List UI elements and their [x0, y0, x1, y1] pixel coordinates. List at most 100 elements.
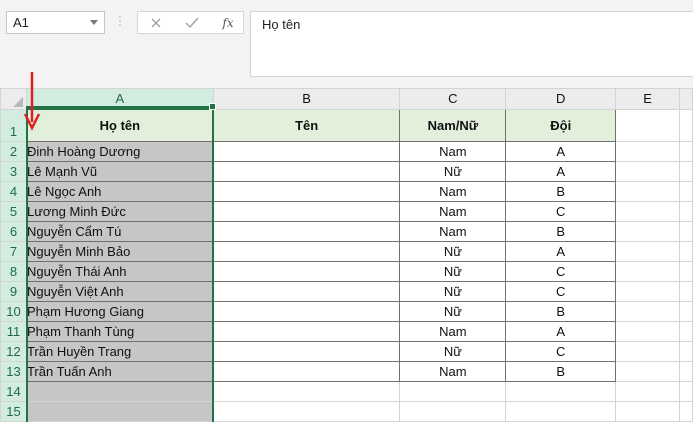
- cell-a10[interactable]: Phạm Hương Giang: [25, 300, 214, 322]
- cell-c13[interactable]: Nam: [399, 360, 507, 382]
- cell-f5[interactable]: [678, 200, 693, 222]
- cell-d12[interactable]: C: [505, 340, 617, 362]
- cell-e7[interactable]: [615, 240, 680, 262]
- cell-e13[interactable]: [615, 360, 680, 382]
- column-header-c[interactable]: C: [399, 88, 507, 110]
- row-header[interactable]: 2: [0, 140, 27, 162]
- row-header[interactable]: 10: [0, 300, 27, 322]
- row-header[interactable]: 5: [0, 200, 27, 222]
- cell-f14[interactable]: [678, 380, 693, 402]
- cell-e2[interactable]: [615, 140, 680, 162]
- cell-c14[interactable]: [399, 380, 507, 402]
- close-icon[interactable]: [141, 13, 171, 33]
- cell-b5[interactable]: [212, 200, 401, 222]
- cell-a8[interactable]: Nguyễn Thái Anh: [25, 260, 214, 282]
- cell-c7[interactable]: Nữ: [399, 240, 507, 262]
- name-box[interactable]: A1: [6, 11, 105, 34]
- column-header-e[interactable]: E: [615, 88, 680, 110]
- cell-e6[interactable]: [615, 220, 680, 242]
- cell-a1[interactable]: Họ tên: [25, 108, 214, 142]
- cell-c12[interactable]: Nữ: [399, 340, 507, 362]
- cell-b8[interactable]: [212, 260, 401, 282]
- cell-d11[interactable]: A: [505, 320, 617, 342]
- cell-d13[interactable]: B: [505, 360, 617, 382]
- cell-c4[interactable]: Nam: [399, 180, 507, 202]
- cell-c1[interactable]: Nam/Nữ: [399, 108, 507, 142]
- cell-c11[interactable]: Nam: [399, 320, 507, 342]
- more-options-icon[interactable]: · · ·: [118, 12, 122, 31]
- row-header[interactable]: 6: [0, 220, 27, 242]
- cell-a2[interactable]: Đinh Hoàng Dương: [25, 140, 214, 162]
- cell-d5[interactable]: C: [505, 200, 617, 222]
- cell-d2[interactable]: A: [505, 140, 617, 162]
- cell-e12[interactable]: [615, 340, 680, 362]
- cell-f4[interactable]: [678, 180, 693, 202]
- column-header-b[interactable]: B: [212, 88, 401, 110]
- column-header-a[interactable]: A: [25, 88, 214, 110]
- cell-c10[interactable]: Nữ: [399, 300, 507, 322]
- row-header[interactable]: 7: [0, 240, 27, 262]
- cell-f6[interactable]: [678, 220, 693, 242]
- row-header[interactable]: 9: [0, 280, 27, 302]
- row-header[interactable]: 11: [0, 320, 27, 342]
- fill-handle[interactable]: [209, 103, 216, 110]
- check-icon[interactable]: [177, 13, 207, 33]
- cell-e5[interactable]: [615, 200, 680, 222]
- column-header-f[interactable]: [678, 88, 693, 110]
- cell-d6[interactable]: B: [505, 220, 617, 242]
- row-header[interactable]: 8: [0, 260, 27, 282]
- row-header[interactable]: 14: [0, 380, 27, 402]
- cell-d9[interactable]: C: [505, 280, 617, 302]
- cell-e1[interactable]: [615, 108, 680, 142]
- cell-e9[interactable]: [615, 280, 680, 302]
- cell-f2[interactable]: [678, 140, 693, 162]
- cell-f10[interactable]: [678, 300, 693, 322]
- cell-b15[interactable]: [212, 400, 401, 422]
- cell-d7[interactable]: A: [505, 240, 617, 262]
- cell-e15[interactable]: [615, 400, 680, 422]
- cell-a9[interactable]: Nguyễn Việt Anh: [25, 280, 214, 302]
- cell-a14[interactable]: [25, 380, 214, 402]
- cell-a7[interactable]: Nguyễn Minh Bảo: [25, 240, 214, 262]
- cell-a15[interactable]: [25, 400, 214, 422]
- cell-b9[interactable]: [212, 280, 401, 302]
- cell-d4[interactable]: B: [505, 180, 617, 202]
- cell-d1[interactable]: Đội: [505, 108, 617, 142]
- cell-c6[interactable]: Nam: [399, 220, 507, 242]
- cell-c9[interactable]: Nữ: [399, 280, 507, 302]
- cell-b11[interactable]: [212, 320, 401, 342]
- cell-c15[interactable]: [399, 400, 507, 422]
- cell-e14[interactable]: [615, 380, 680, 402]
- cell-a5[interactable]: Lương Minh Đức: [25, 200, 214, 222]
- formula-input[interactable]: Họ tên: [250, 11, 693, 77]
- cell-e11[interactable]: [615, 320, 680, 342]
- cell-f8[interactable]: [678, 260, 693, 282]
- cell-f12[interactable]: [678, 340, 693, 362]
- cell-b13[interactable]: [212, 360, 401, 382]
- cell-a13[interactable]: Trần Tuấn Anh: [25, 360, 214, 382]
- cell-f3[interactable]: [678, 160, 693, 182]
- cell-f15[interactable]: [678, 400, 693, 422]
- cell-a12[interactable]: Trần Huyền Trang: [25, 340, 214, 362]
- cell-c3[interactable]: Nữ: [399, 160, 507, 182]
- cell-f9[interactable]: [678, 280, 693, 302]
- cell-d15[interactable]: [505, 400, 617, 422]
- cell-c8[interactable]: Nữ: [399, 260, 507, 282]
- insert-function-button[interactable]: fx: [213, 13, 243, 33]
- cell-e4[interactable]: [615, 180, 680, 202]
- row-header[interactable]: 4: [0, 180, 27, 202]
- cell-e10[interactable]: [615, 300, 680, 322]
- cell-b12[interactable]: [212, 340, 401, 362]
- row-header[interactable]: 3: [0, 160, 27, 182]
- cell-f7[interactable]: [678, 240, 693, 262]
- cell-b7[interactable]: [212, 240, 401, 262]
- cell-d10[interactable]: B: [505, 300, 617, 322]
- cell-d8[interactable]: C: [505, 260, 617, 282]
- row-header[interactable]: 15: [0, 400, 27, 422]
- cell-a6[interactable]: Nguyễn Cẩm Tú: [25, 220, 214, 242]
- cell-a4[interactable]: Lê Ngọc Anh: [25, 180, 214, 202]
- cell-b4[interactable]: [212, 180, 401, 202]
- cell-c5[interactable]: Nam: [399, 200, 507, 222]
- cell-f1[interactable]: [678, 108, 693, 142]
- cell-b14[interactable]: [212, 380, 401, 402]
